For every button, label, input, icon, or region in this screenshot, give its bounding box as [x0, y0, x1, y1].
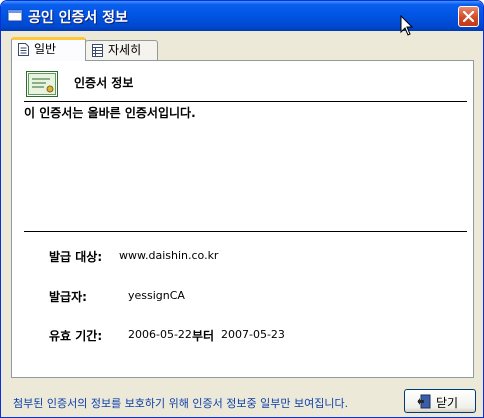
title-close-button[interactable]: [458, 6, 479, 27]
validity-to-label: 부터: [192, 329, 215, 343]
mouse-cursor-icon: [400, 15, 414, 36]
footer-note: 첨부된 인증서의 정보를 보호하기 위해 인증서 정보중 일부만 보여집니다.: [13, 397, 349, 410]
issued-by-value: yessignCA: [128, 289, 185, 302]
tab-details-label: 자세히: [108, 43, 142, 57]
document-icon: [18, 43, 29, 56]
certificate-heading: 인증서 정보: [74, 76, 134, 90]
issued-to-label: 발급 대상:: [49, 250, 103, 264]
list-icon: [92, 44, 103, 57]
close-door-icon: [417, 394, 431, 409]
certificate-status: 이 인증서는 올바른 인증서입니다.: [24, 106, 196, 120]
close-icon: [463, 11, 474, 22]
tab-details[interactable]: 자세히: [85, 40, 158, 60]
divider-top: [24, 101, 467, 102]
tab-general[interactable]: 일반: [11, 37, 86, 61]
valid-from: 2006-05-22: [128, 328, 192, 341]
general-tab-panel: 인증서 정보 이 인증서는 올바른 인증서입니다. 발급 대상: www.dai…: [11, 60, 474, 378]
valid-to: 2007-05-23: [221, 328, 285, 341]
divider-bottom: [24, 231, 467, 232]
certificate-icon: [26, 71, 58, 97]
issued-to-value: www.daishin.co.kr: [119, 249, 219, 262]
window-title: 공인 인증서 정보: [28, 10, 128, 26]
window-icon: [7, 9, 23, 22]
close-button-label: 닫기: [436, 396, 459, 410]
tab-general-label: 일반: [34, 42, 57, 56]
certificate-dialog: 공인 인증서 정보 일반 자세히 인증서 정보 이 인증서는 올바른 인증서입니…: [0, 0, 484, 418]
validity-label: 유효 기간:: [49, 329, 103, 343]
close-button[interactable]: 닫기: [404, 389, 476, 413]
tab-strip: 일반 자세히: [11, 37, 481, 61]
issued-by-label: 발급자:: [49, 290, 87, 304]
